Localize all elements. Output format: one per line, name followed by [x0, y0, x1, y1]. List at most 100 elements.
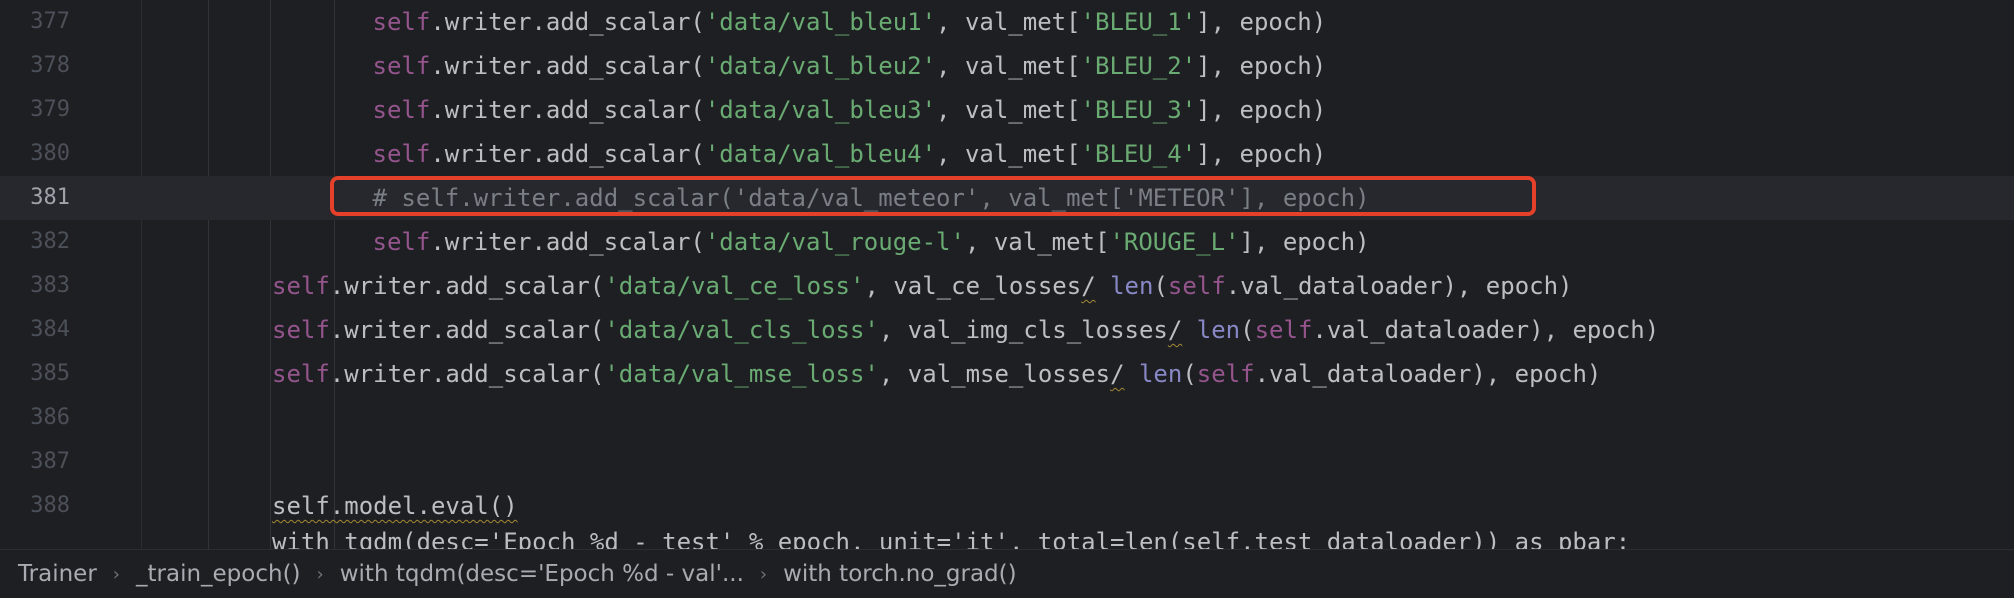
code-token: 'ROUGE_L' — [1109, 228, 1240, 256]
breadcrumb-item-class[interactable]: Trainer — [14, 561, 101, 587]
code-editor[interactable]: 377 self.writer.add_scalar('data/val_bleu… — [0, 0, 2014, 549]
code-token: , val_mse_losses — [878, 360, 1111, 388]
code-token: , val_met[ — [936, 140, 1081, 168]
code-token: 'data/val_rouge-l' — [704, 228, 965, 256]
line-number: 381 — [30, 185, 70, 210]
code-line[interactable]: 385 self.writer.add_scalar('data/val_mse_… — [0, 352, 2014, 396]
code-token: self.model.eval() — [272, 492, 518, 520]
code-text[interactable]: self.writer.add_scalar('data/val_cls_los… — [272, 308, 1659, 352]
code-token: 'data/val_bleu3' — [704, 96, 937, 124]
code-text[interactable]: self.model.eval() — [272, 484, 518, 528]
code-token: self — [372, 140, 431, 168]
code-token: .val_dataloader), epoch) — [1254, 360, 1602, 388]
code-line[interactable]: 386 — [0, 396, 2014, 440]
code-token: , val_met[ — [936, 52, 1081, 80]
code-token: , val_img_cls_losses — [878, 316, 1168, 344]
code-token: 'BLEU_4' — [1080, 140, 1197, 168]
line-number: 380 — [30, 141, 70, 166]
code-line[interactable]: 384 self.writer.add_scalar('data/val_cls_… — [0, 308, 2014, 352]
code-token: len — [1110, 272, 1154, 300]
code-token: .val_dataloader), epoch) — [1225, 272, 1573, 300]
code-token: self — [372, 228, 431, 256]
code-token: / — [1167, 316, 1183, 344]
chevron-right-icon: › — [112, 563, 120, 585]
line-number: 379 — [30, 97, 70, 122]
code-line[interactable]: 383 self.writer.add_scalar('data/val_ce_l… — [0, 264, 2014, 308]
code-token: ], epoch) — [1196, 8, 1327, 36]
code-line[interactable]: 387 — [0, 440, 2014, 484]
code-token: .writer.add_scalar( — [430, 52, 705, 80]
code-token: self — [272, 360, 330, 388]
chevron-right-icon: › — [759, 563, 768, 585]
line-number: 386 — [30, 405, 70, 430]
line-number: 383 — [30, 273, 70, 298]
code-token: ], epoch) — [1196, 96, 1327, 124]
code-token: self — [1167, 272, 1226, 300]
annotation-highlight-box — [330, 176, 1536, 216]
code-token: self — [372, 8, 431, 36]
code-line[interactable]: 378 self.writer.add_scalar('data/val_bleu… — [0, 44, 2014, 88]
code-token: 'data/val_bleu4' — [704, 140, 937, 168]
code-token: self — [372, 52, 431, 80]
breadcrumb: Trainer › _train_epoch() › with tqdm(des… — [0, 549, 2014, 598]
code-token: .writer.add_scalar( — [329, 360, 605, 388]
code-token: 'data/val_mse_loss' — [604, 360, 879, 388]
code-token: .writer.add_scalar( — [430, 140, 705, 168]
code-text[interactable]: self.writer.add_scalar('data/val_rouge-l… — [373, 220, 1370, 264]
code-line[interactable]: 388 self.model.eval() — [0, 484, 2014, 528]
code-token: ( — [1182, 360, 1197, 388]
code-token: self — [372, 96, 431, 124]
code-token: 'data/val_bleu2' — [704, 52, 937, 80]
code-token: self — [1196, 360, 1255, 388]
code-text[interactable]: self.writer.add_scalar('data/val_mse_los… — [272, 352, 1601, 396]
code-token: .writer.add_scalar( — [430, 96, 705, 124]
breadcrumb-item-with-tqdm[interactable]: with tqdm(desc='Epoch %d - val'... — [336, 561, 748, 587]
line-number: 385 — [30, 361, 70, 386]
code-token: , val_ce_losses — [864, 272, 1082, 300]
code-line[interactable]: 380 self.writer.add_scalar('data/val_bleu… — [0, 132, 2014, 176]
code-token: 'BLEU_1' — [1080, 8, 1197, 36]
chevron-right-icon: › — [316, 563, 324, 585]
code-text[interactable]: self.writer.add_scalar('data/val_bleu2',… — [373, 44, 1327, 88]
code-token: ( — [1153, 272, 1168, 300]
code-token: .writer.add_scalar( — [430, 8, 705, 36]
line-number: 377 — [30, 9, 70, 34]
code-text[interactable]: self.writer.add_scalar('data/val_bleu3',… — [373, 88, 1327, 132]
code-token: / — [1081, 272, 1096, 300]
code-line-partial[interactable]: with tqdm(desc='Epoch %d - test' % epoch… — [272, 528, 1630, 549]
code-token: 'data/val_cls_loss' — [604, 316, 879, 344]
code-token: 'BLEU_3' — [1080, 96, 1197, 124]
code-token: ], epoch) — [1239, 228, 1370, 256]
code-token: ], epoch) — [1196, 140, 1327, 168]
code-token: 'BLEU_2' — [1080, 52, 1197, 80]
code-token: 'data/val_ce_loss' — [604, 272, 865, 300]
code-token: len — [1138, 360, 1183, 388]
code-line[interactable]: 379 self.writer.add_scalar('data/val_bleu… — [0, 88, 2014, 132]
code-token: 'data/val_bleu1' — [704, 8, 937, 36]
code-token: .writer.add_scalar( — [430, 228, 705, 256]
code-token: , val_met[ — [936, 8, 1081, 36]
line-number: 387 — [30, 449, 70, 474]
code-token: self — [272, 316, 330, 344]
code-token: self — [1254, 316, 1313, 344]
code-token: .writer.add_scalar( — [329, 316, 605, 344]
code-token: ( — [1240, 316, 1255, 344]
code-token: self — [272, 272, 330, 300]
code-token: .writer.add_scalar( — [329, 272, 605, 300]
line-number: 378 — [30, 53, 70, 78]
code-token: len — [1196, 316, 1241, 344]
code-text[interactable]: self.writer.add_scalar('data/val_bleu1',… — [373, 0, 1327, 44]
code-line[interactable]: 377 self.writer.add_scalar('data/val_bleu… — [0, 0, 2014, 44]
code-token: .val_dataloader), epoch) — [1312, 316, 1660, 344]
code-line[interactable]: 382 self.writer.add_scalar('data/val_roug… — [0, 220, 2014, 264]
code-token: / — [1110, 360, 1125, 388]
code-token: , val_met[ — [936, 96, 1081, 124]
code-text[interactable]: self.writer.add_scalar('data/val_bleu4',… — [373, 132, 1327, 176]
breadcrumb-item-method[interactable]: _train_epoch() — [132, 561, 305, 587]
line-number: 384 — [30, 317, 70, 342]
breadcrumb-item-no-grad[interactable]: with torch.no_grad() — [779, 561, 1021, 587]
code-text[interactable]: self.writer.add_scalar('data/val_ce_loss… — [272, 264, 1572, 308]
